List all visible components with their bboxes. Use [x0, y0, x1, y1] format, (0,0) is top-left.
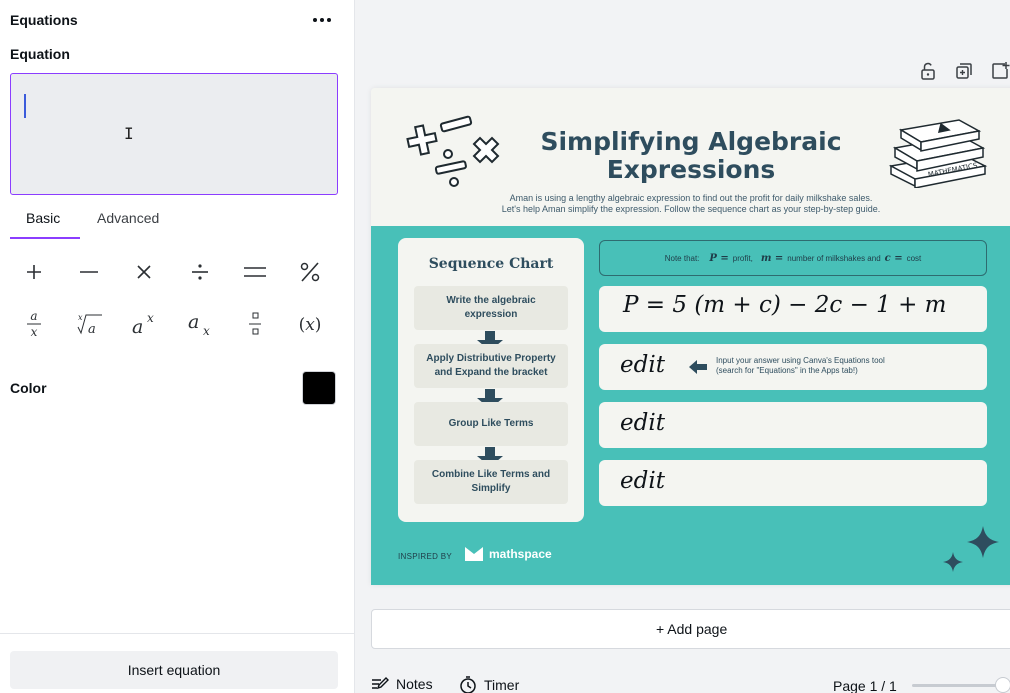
answer-hint-line-2: (search for "Equations" in the Apps tab!… — [716, 366, 858, 375]
sequence-chart-title: Sequence Chart — [428, 256, 554, 272]
note-p-variable: P = — [709, 252, 729, 264]
minus-icon[interactable] — [67, 250, 111, 294]
text-caret — [24, 94, 26, 118]
design-title: Simplifying Algebraic Expressions — [531, 128, 851, 184]
equations-panel: Equations Equation I Basic Advanced a x … — [0, 0, 355, 693]
answer-hint: Input your answer using Canva's Equation… — [716, 356, 885, 376]
svg-text:a: a — [132, 316, 143, 337]
active-tab-indicator — [10, 237, 80, 239]
svg-text:a: a — [188, 311, 199, 333]
answer-box[interactable]: edit — [599, 460, 987, 506]
stacked-fraction-icon[interactable] — [233, 302, 277, 346]
note-c-variable: c = — [884, 252, 903, 264]
sequence-step: Group Like Terms — [414, 402, 568, 446]
tab-basic[interactable]: Basic — [26, 210, 60, 226]
timer-label: Timer — [484, 677, 520, 693]
dot-icon — [320, 18, 324, 22]
equals-icon[interactable] — [233, 250, 277, 294]
panel-title: Equations — [10, 12, 78, 28]
panel-divider — [0, 633, 355, 634]
more-options-button[interactable] — [308, 8, 336, 32]
sequence-step: Apply Distributive Property and Expand t… — [414, 344, 568, 388]
svg-text:x: x — [147, 311, 154, 325]
superscript-icon[interactable]: ax — [122, 302, 166, 346]
main-equation: P = 5 (m + c) − 2c − 1 + m — [623, 292, 947, 318]
notes-button[interactable]: Notes — [371, 676, 433, 692]
design-subtitle-line-1: Aman is using a lengthy algebraic expres… — [509, 193, 873, 203]
svg-text:x: x — [78, 313, 83, 322]
insert-equation-button[interactable]: Insert equation — [10, 651, 338, 689]
color-swatch[interactable] — [302, 371, 336, 405]
sequence-step: Combine Like Terms and Simplify — [414, 460, 568, 504]
editor-footer: Notes Timer Page 1 / 1 — [355, 674, 1010, 693]
svg-text:x: x — [31, 325, 38, 339]
math-symbols-illustration — [406, 115, 500, 187]
svg-text:a: a — [88, 322, 96, 337]
dot-icon — [327, 18, 331, 22]
mathspace-logo-icon — [465, 547, 483, 561]
svg-text:x: x — [203, 324, 210, 338]
mathspace-brand: mathspace — [489, 547, 552, 561]
equation-tabs: Basic Advanced — [10, 206, 338, 240]
tab-advanced[interactable]: Advanced — [97, 210, 159, 226]
fraction-icon[interactable]: ax — [12, 302, 56, 346]
mathspace-logo: mathspace — [465, 547, 552, 561]
equation-field-label: Equation — [10, 46, 70, 62]
equation-box[interactable]: P = 5 (m + c) − 2c − 1 + m — [599, 286, 987, 332]
dot-icon — [313, 18, 317, 22]
zoom-slider-handle[interactable] — [995, 677, 1010, 693]
arrow-left-icon — [689, 360, 707, 374]
equation-input[interactable]: I — [10, 73, 338, 195]
add-page-button[interactable]: + Add page — [371, 609, 1010, 649]
design-title-line-2: Expressions — [606, 155, 776, 184]
canvas-area: Simplifying Algebraic Expressions Aman i… — [355, 0, 1010, 693]
edit-placeholder: edit — [620, 468, 665, 494]
answer-box[interactable]: edit — [599, 402, 987, 448]
design-title-line-1: Simplifying Algebraic — [540, 127, 842, 156]
timer-button[interactable]: Timer — [459, 676, 519, 693]
percent-icon[interactable] — [288, 250, 332, 294]
ibeam-cursor-icon: I — [124, 124, 134, 143]
color-label: Color — [10, 380, 47, 396]
note-m-variable: m = — [760, 252, 784, 264]
design-subtitle: Aman is using a lengthy algebraic expres… — [486, 193, 896, 215]
notes-label: Notes — [396, 676, 433, 692]
answer-box[interactable]: edit Input your answer using Canva's Equ… — [599, 344, 987, 390]
subscript-icon[interactable]: ax — [178, 302, 222, 346]
root-icon[interactable]: xa — [67, 302, 111, 346]
sequence-chart-card[interactable]: Sequence Chart Write the algebraic expre… — [398, 238, 584, 522]
duplicate-icon[interactable] — [953, 60, 975, 82]
add-page-icon[interactable] — [989, 60, 1010, 82]
plus-icon[interactable] — [12, 250, 56, 294]
parentheses-icon[interactable]: (x) — [288, 302, 332, 346]
lock-icon[interactable] — [917, 60, 939, 82]
design-header: Simplifying Algebraic Expressions Aman i… — [371, 88, 1010, 226]
timer-icon — [460, 676, 476, 693]
inspired-by-label: INSPIRED BY — [398, 552, 452, 561]
svg-text:(x): (x) — [299, 315, 322, 335]
design-subtitle-line-2: Let's help Aman simplify the expression.… — [501, 204, 881, 214]
content-section: Sequence Chart Write the algebraic expre… — [371, 226, 1010, 585]
variables-note[interactable]: Note that: P = profit, m = number of mil… — [599, 240, 987, 276]
math-books-illustration: MATHEMATICS — [888, 119, 988, 188]
sequence-step: Write the algebraic expression — [414, 286, 568, 330]
sparkle-icon — [943, 526, 999, 572]
answer-hint-line-1: Input your answer using Canva's Equation… — [716, 356, 885, 365]
edit-placeholder: edit — [620, 352, 665, 378]
svg-text:a: a — [30, 309, 37, 323]
times-icon[interactable] — [122, 250, 166, 294]
note-m-text: number of milkshakes and — [787, 253, 881, 263]
note-c-text: cost — [906, 253, 922, 263]
divide-icon[interactable] — [178, 250, 222, 294]
page-indicator[interactable]: Page 1 / 1 — [833, 678, 897, 693]
note-prefix: Note that: — [664, 253, 700, 263]
notes-icon — [372, 677, 389, 690]
note-p-text: profit, — [732, 253, 753, 263]
edit-placeholder: edit — [620, 410, 665, 436]
design-page[interactable]: Simplifying Algebraic Expressions Aman i… — [371, 88, 1010, 585]
